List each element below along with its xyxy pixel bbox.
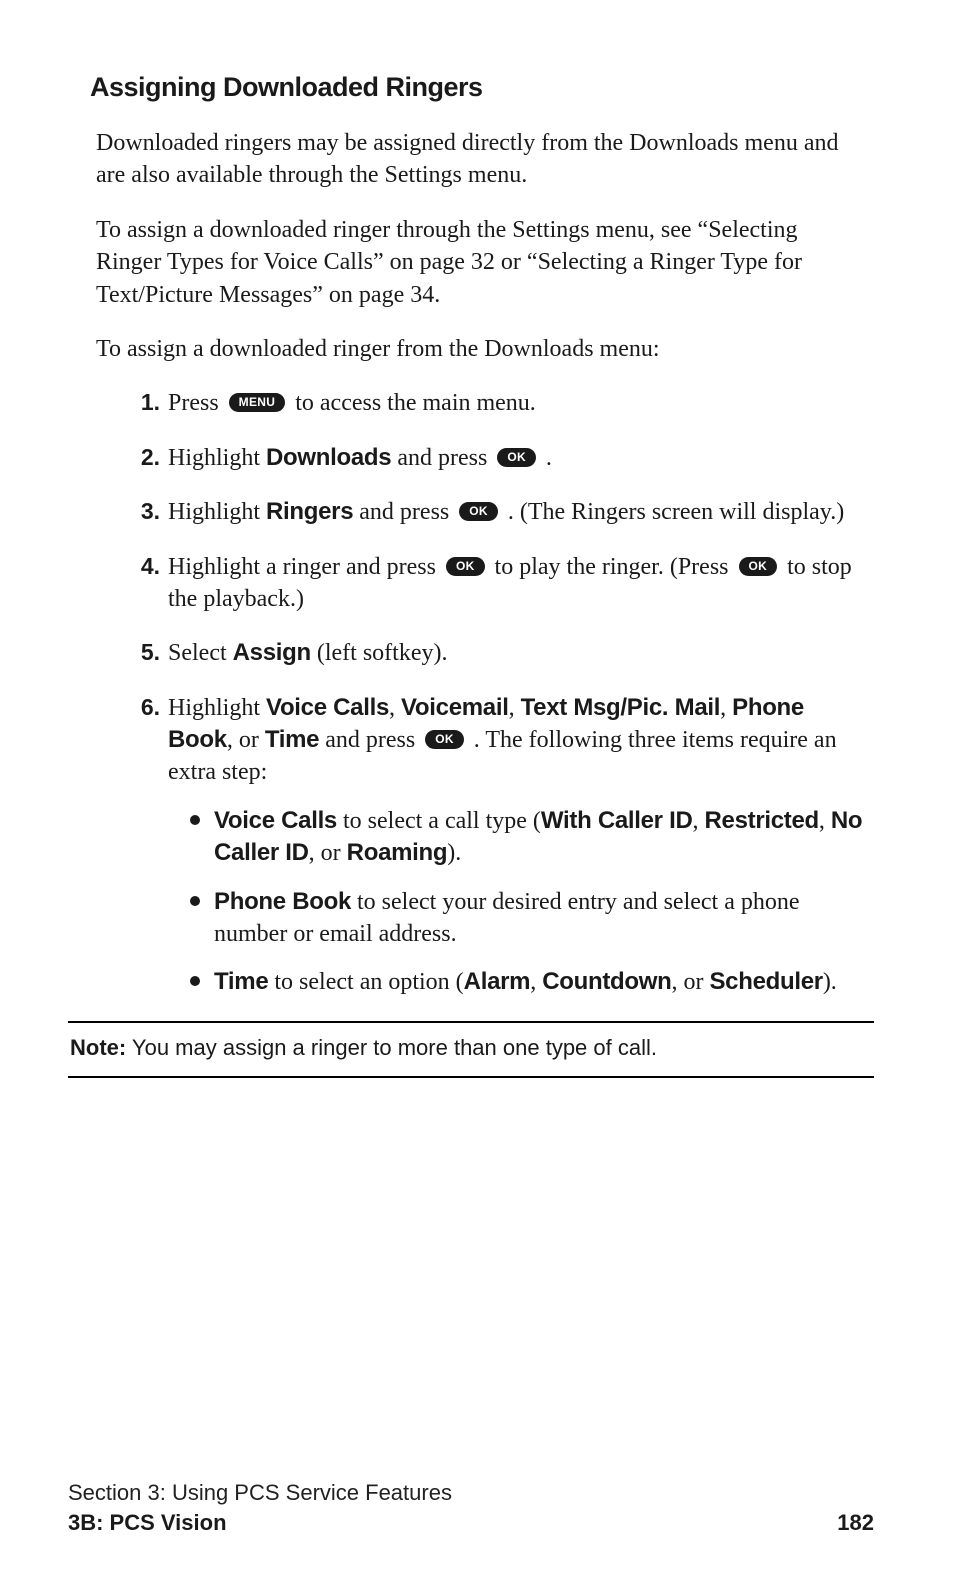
step-number: 1. <box>128 387 160 418</box>
bullet-text: ). <box>447 840 461 866</box>
step-text: Highlight a ringer and press <box>168 554 442 580</box>
bold-text: Downloads <box>266 444 391 471</box>
bold-text: Restricted <box>705 807 819 834</box>
step-text: , <box>720 695 732 721</box>
bold-text: Text Msg/Pic. Mail <box>521 694 721 721</box>
steps-list: 1. Press MENU to access the main menu. 2… <box>138 387 868 998</box>
step-text: Select <box>168 640 233 666</box>
intro-paragraph-3: To assign a downloaded ringer from the D… <box>96 333 868 365</box>
step-text: Highlight <box>168 695 266 721</box>
ok-button-icon: OK <box>459 502 498 521</box>
bullet-time: Time to select an option (Alarm, Countdo… <box>186 966 868 998</box>
bold-text: Voice Calls <box>214 807 337 834</box>
step-text: Highlight <box>168 499 266 525</box>
footer-section: Section 3: Using PCS Service Features <box>68 1480 874 1506</box>
bold-text: Time <box>265 726 319 753</box>
bold-text: Alarm <box>464 968 531 995</box>
ok-button-icon: OK <box>446 557 485 576</box>
bullet-text: to select an option ( <box>268 969 463 995</box>
bold-text: Phone Book <box>214 888 351 915</box>
step-5: 5. Select Assign (left softkey). <box>138 637 868 669</box>
bullet-text: ). <box>823 969 837 995</box>
step-text: , <box>509 695 521 721</box>
bullet-text: to select a call type ( <box>337 808 541 834</box>
step-text: and press <box>319 727 421 753</box>
bold-text: Voicemail <box>401 694 509 721</box>
ok-button-icon: OK <box>497 448 536 467</box>
intro-paragraph-2: To assign a downloaded ringer through th… <box>96 214 868 311</box>
bold-text: Countdown <box>542 968 671 995</box>
step-text: to access the main menu. <box>289 390 536 416</box>
step-text: to play the ringer. (Press <box>489 554 735 580</box>
step-text: , <box>389 695 401 721</box>
bullet-text: , or <box>309 840 347 866</box>
step-number: 4. <box>128 551 160 582</box>
bold-text: Time <box>214 968 268 995</box>
intro-paragraph-1: Downloaded ringers may be assigned direc… <box>96 127 868 192</box>
step-text: . <box>540 445 552 471</box>
step-number: 2. <box>128 442 160 473</box>
document-page: Assigning Downloaded Ringers Downloaded … <box>0 0 954 1590</box>
page-number: 182 <box>837 1510 874 1536</box>
step-2: 2. Highlight Downloads and press OK . <box>138 442 868 474</box>
step-text: . (The Ringers screen will display.) <box>502 499 844 525</box>
step-text: Highlight <box>168 445 266 471</box>
ok-button-icon: OK <box>739 557 778 576</box>
step-text: , or <box>227 727 265 753</box>
heading: Assigning Downloaded Ringers <box>90 72 874 103</box>
bold-text: With Caller ID <box>541 807 693 834</box>
note-text: You may assign a ringer to more than one… <box>126 1035 657 1060</box>
bold-text: Roaming <box>347 839 448 866</box>
ok-button-icon: OK <box>425 730 464 749</box>
note-label: Note: <box>70 1035 126 1060</box>
bullet-text: , <box>693 808 705 834</box>
footer-sub: 3B: PCS Vision <box>68 1510 227 1536</box>
step-6: 6. Highlight Voice Calls, Voicemail, Tex… <box>138 692 868 999</box>
step-text: and press <box>391 445 493 471</box>
bold-text: Scheduler <box>709 968 822 995</box>
step-number: 6. <box>128 692 160 723</box>
step-text: Press <box>168 390 225 416</box>
step-1: 1. Press MENU to access the main menu. <box>138 387 868 419</box>
step-text: (left softkey). <box>311 640 448 666</box>
bullet-text: , <box>530 969 542 995</box>
step-text: and press <box>353 499 455 525</box>
page-footer: Section 3: Using PCS Service Features 3B… <box>68 1480 874 1536</box>
step-4: 4. Highlight a ringer and press OK to pl… <box>138 551 868 616</box>
note-box: Note: You may assign a ringer to more th… <box>68 1021 874 1078</box>
menu-button-icon: MENU <box>229 393 286 412</box>
bullet-phone-book: Phone Book to select your desired entry … <box>186 886 868 951</box>
bold-text: Voice Calls <box>266 694 389 721</box>
sub-bullets: Voice Calls to select a call type (With … <box>186 805 868 999</box>
bullet-text: , <box>819 808 831 834</box>
bullet-voice-calls: Voice Calls to select a call type (With … <box>186 805 868 870</box>
bullet-text: , or <box>671 969 709 995</box>
step-3: 3. Highlight Ringers and press OK . (The… <box>138 496 868 528</box>
bold-text: Ringers <box>266 498 353 525</box>
bold-text: Assign <box>233 639 311 666</box>
step-number: 5. <box>128 637 160 668</box>
step-number: 3. <box>128 496 160 527</box>
